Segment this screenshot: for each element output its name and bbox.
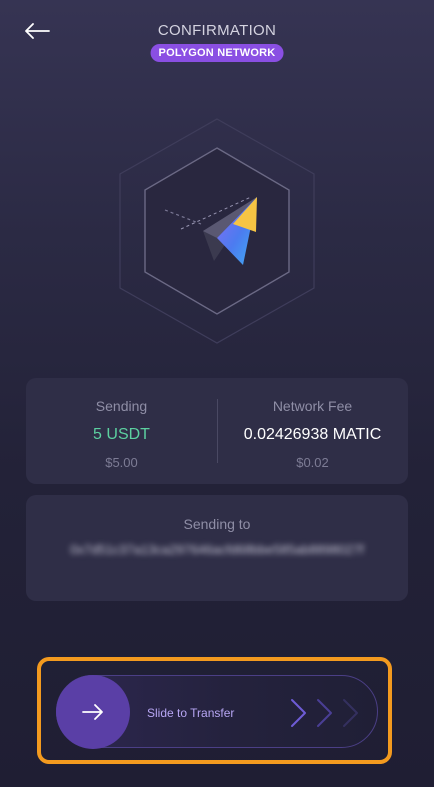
sending-label: Sending (95, 398, 148, 414)
slide-to-transfer-knob[interactable] (56, 675, 130, 749)
sending-amount: 5 USDT (93, 426, 150, 443)
page-title: CONFIRMATION (157, 22, 277, 39)
recipient-label: Sending to (183, 516, 251, 532)
network-fee-amount: 0.02426938 MATIC (243, 426, 382, 443)
transfer-summary-card: Sending 5 USDT $5.00 Network Fee 0.02426… (26, 378, 408, 484)
hero-illustration (117, 117, 317, 345)
arrow-right-icon (82, 704, 103, 720)
network-badge: POLYGON NETWORK (150, 44, 284, 62)
sending-column: Sending 5 USDT $5.00 (26, 378, 217, 484)
network-fee-column: Network Fee 0.02426938 MATIC $0.02 (217, 378, 408, 484)
network-fee-fiat-value: $0.02 (296, 455, 329, 470)
chevron-right-icon (288, 698, 363, 728)
recipient-address: 0x7d51c37a13ca297646acfd68bbe585ab889802… (70, 542, 364, 557)
slide-to-transfer-label: Slide to Transfer (147, 706, 235, 720)
recipient-card: Sending to 0x7d51c37a13ca297646acfd68bbe… (26, 495, 408, 601)
sending-fiat-value: $5.00 (105, 455, 138, 470)
network-fee-label: Network Fee (272, 398, 353, 414)
